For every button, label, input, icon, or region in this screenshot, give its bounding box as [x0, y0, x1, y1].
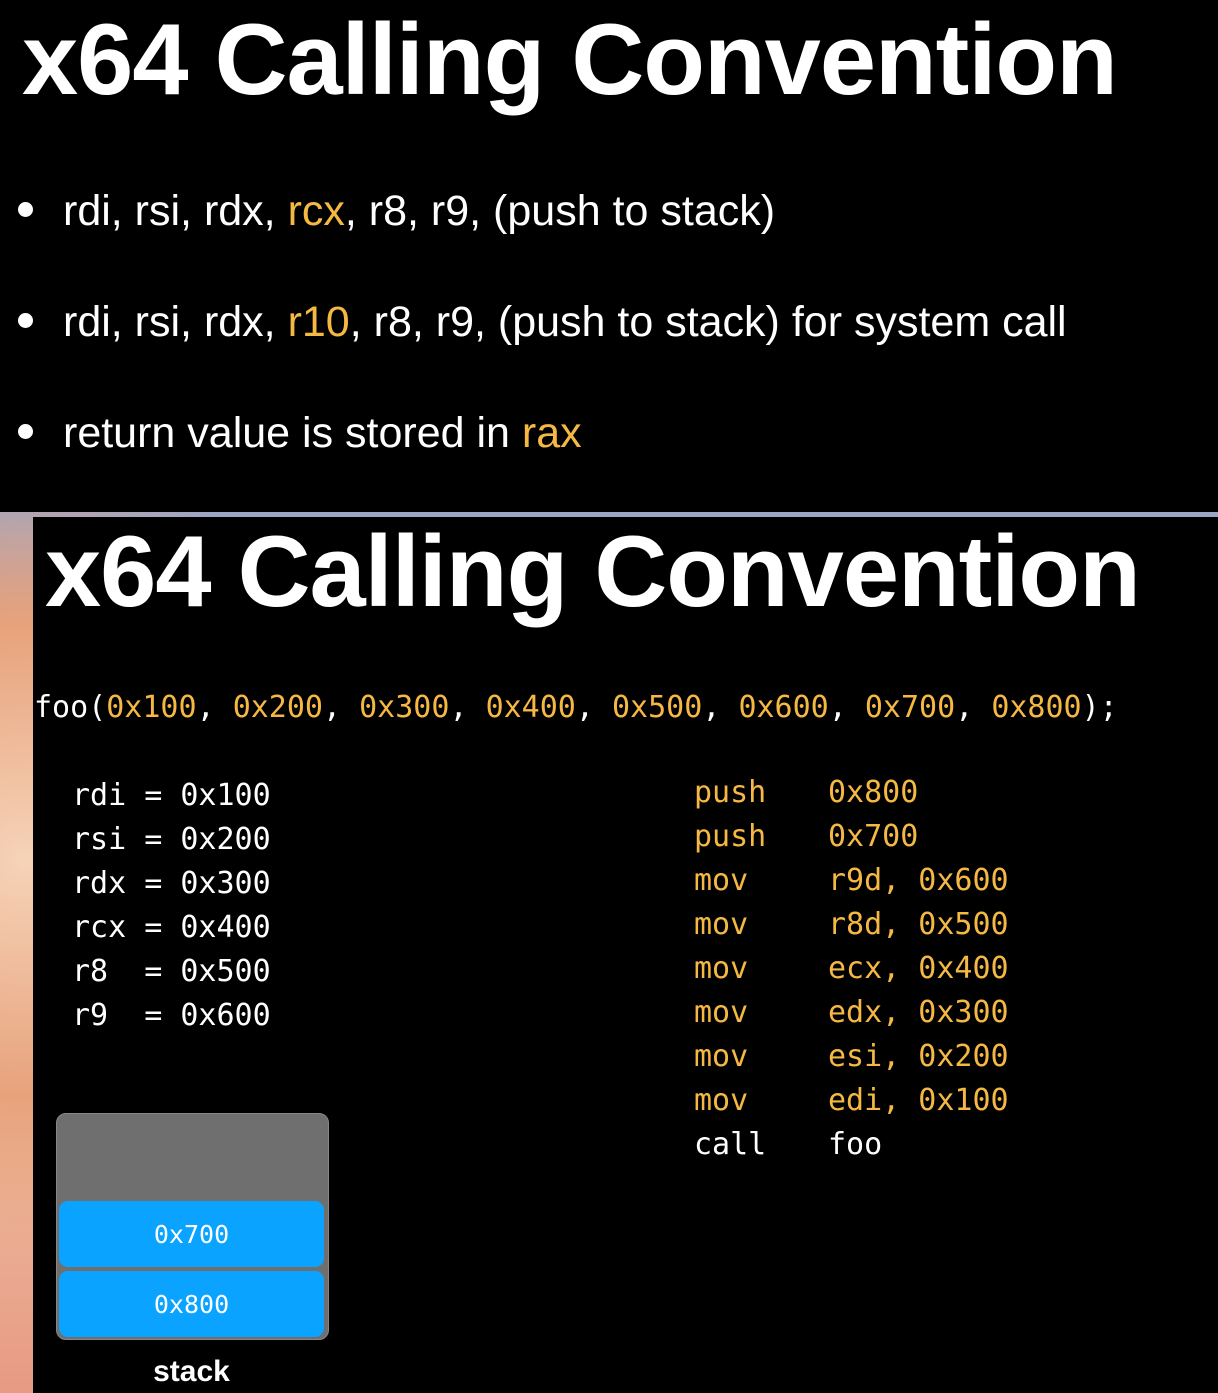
argument-separator: , [828, 690, 865, 725]
bullet-text: , r8, r9, (push to stack) [344, 187, 776, 235]
bullet-text: rdi, rsi, rdx, [63, 187, 288, 235]
asm-opcode: mov [694, 1039, 749, 1074]
call-argument: 0x200 [232, 690, 323, 725]
bullet-highlight: rax [521, 409, 582, 457]
argument-separator: , [449, 690, 486, 725]
slide-title-bottom: x64 Calling Convention [45, 516, 1141, 628]
assembly-listing: push 0x800 push 0x700 mov r9d, 0x600 mov r8d… [694, 775, 1009, 1171]
bullet-highlight: rcx [287, 187, 345, 235]
asm-operands: edi, 0x100 [828, 1083, 1009, 1118]
asm-operands: r8d, 0x500 [828, 907, 1009, 942]
register-row: r8 = 0x500 [72, 954, 271, 989]
argument-separator: , [196, 690, 233, 725]
argument-separator: , [323, 690, 360, 725]
asm-operands: 0x800 [828, 775, 919, 810]
argument-separator: , [702, 690, 739, 725]
asm-instruction: mov ecx, 0x400 [694, 951, 1009, 995]
asm-instruction: call foo [694, 1127, 1009, 1171]
stack-item: 0x700 [59, 1201, 324, 1267]
function-call-end: ); [1081, 690, 1118, 725]
bullet-dot-icon [18, 202, 33, 217]
asm-opcode: mov [694, 995, 749, 1030]
asm-operands: edx, 0x300 [828, 995, 1009, 1030]
asm-opcode: push [694, 819, 767, 854]
slide-title-top: x64 Calling Convention [22, 4, 1118, 116]
register-row: rdi = 0x100 [72, 778, 271, 813]
function-args: 0x100, 0x200, 0x300, 0x400, 0x500, 0x600… [106, 690, 1081, 725]
bullet-highlight: r10 [287, 298, 350, 346]
register-row: rdx = 0x300 [72, 866, 271, 901]
asm-instruction: mov edx, 0x300 [694, 995, 1009, 1039]
asm-opcode: push [694, 775, 767, 810]
register-row: r9 = 0x600 [72, 998, 271, 1033]
asm-instruction: push 0x700 [694, 819, 1009, 863]
stack-item: 0x800 [59, 1271, 324, 1337]
bullet-list: rdi, rsi, rdx, rcx, r8, r9, (push to sta… [18, 190, 1067, 523]
asm-instruction: push 0x800 [694, 775, 1009, 819]
argument-separator: , [955, 690, 992, 725]
stack-label: stack [153, 1355, 230, 1388]
function-call-line: foo(0x100, 0x200, 0x300, 0x400, 0x500, 0… [34, 690, 1118, 725]
argument-separator: , [575, 690, 612, 725]
asm-opcode: mov [694, 1083, 749, 1118]
call-argument: 0x100 [106, 690, 197, 725]
asm-instruction: mov r8d, 0x500 [694, 907, 1009, 951]
register-row: rcx = 0x400 [72, 910, 271, 945]
bullet-text: rdi, rsi, rdx, [63, 298, 288, 346]
asm-operands: esi, 0x200 [828, 1039, 1009, 1074]
register-assignments: rdi = 0x100 rsi = 0x200 rdx = 0x300 rcx … [72, 778, 271, 1042]
asm-instruction: mov edi, 0x100 [694, 1083, 1009, 1127]
asm-opcode: mov [694, 863, 749, 898]
asm-opcode: call [694, 1127, 767, 1162]
asm-opcode: mov [694, 951, 749, 986]
asm-opcode: mov [694, 907, 749, 942]
asm-operands: r9d, 0x600 [828, 863, 1009, 898]
asm-instruction: mov esi, 0x200 [694, 1039, 1009, 1083]
bullet-dot-icon [18, 313, 33, 328]
asm-instruction: mov r9d, 0x600 [694, 863, 1009, 907]
bullet-calling-registers: rdi, rsi, rdx, rcx, r8, r9, (push to sta… [18, 190, 1067, 301]
asm-operands: ecx, 0x400 [828, 951, 1009, 986]
bullet-dot-icon [18, 424, 33, 439]
call-argument: 0x400 [485, 690, 576, 725]
bullet-text: return value is stored in [63, 409, 522, 457]
bullet-syscall-registers: rdi, rsi, rdx, r10, r8, r9, (push to sta… [18, 301, 1067, 412]
stack-diagram: 0x700 0x800 [56, 1113, 329, 1340]
asm-operands: foo [828, 1127, 883, 1162]
bullet-text: , r8, r9, (push to stack) for system cal… [349, 298, 1067, 346]
bullet-return-value: return value is stored in rax [18, 412, 1067, 523]
call-argument: 0x700 [864, 690, 956, 725]
call-argument: 0x300 [359, 690, 450, 725]
function-name: foo( [34, 690, 107, 725]
call-argument: 0x800 [991, 690, 1082, 725]
register-row: rsi = 0x200 [72, 822, 271, 857]
call-argument: 0x600 [738, 690, 829, 725]
call-argument: 0x500 [612, 690, 703, 725]
asm-operands: 0x700 [828, 819, 919, 854]
